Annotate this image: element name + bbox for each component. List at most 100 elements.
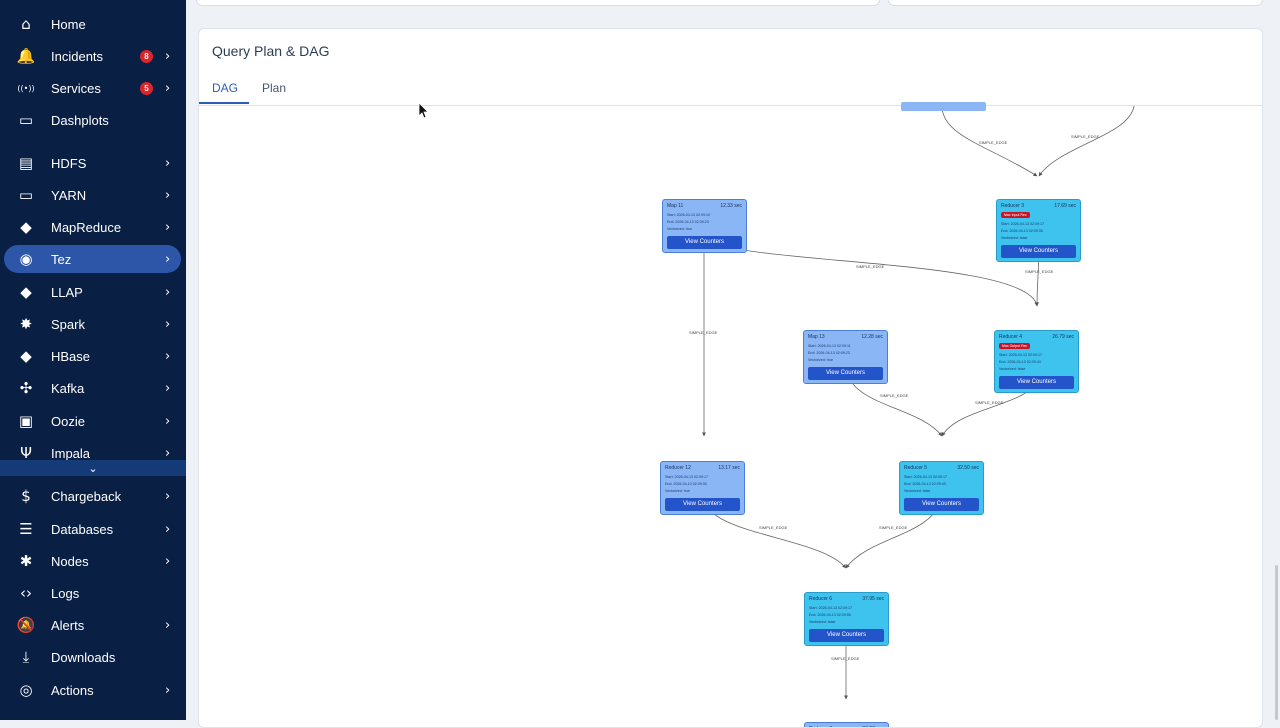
node-header: Reducer 5 32.50 sec <box>904 465 979 471</box>
sidebar-item-label: Alerts <box>51 617 85 633</box>
edge-label: SIMPLE_EDGE <box>1071 134 1100 139</box>
sidebar-item-label: Downloads <box>51 649 116 665</box>
sidebar-item-yarn[interactable]: ▭ YARN › <box>4 181 181 209</box>
chevron-right-icon: › <box>165 413 171 429</box>
sidebar-item-hbase[interactable]: ◆ HBase › <box>4 342 181 370</box>
node-alert-badge: Max Input Rec <box>1001 212 1030 218</box>
sidebar-item-mapreduce[interactable]: ◆ MapReduce › <box>4 213 181 241</box>
dag-node-map13[interactable]: Map 13 12.28 sec Start: 2026-04-13 02:09:1… <box>803 330 888 384</box>
panel-title: Query Plan & DAG <box>212 43 330 59</box>
laptop-icon: ▭ <box>18 186 34 204</box>
dag-node-reducer7[interactable]: Reducer 738.27 secStart: 2026-04-13 02:0… <box>804 722 889 727</box>
dag-edge <box>703 235 1039 307</box>
sidebar-item-downloads[interactable]: ⤓ Downloads <box>4 643 181 671</box>
node-detail-line: End: 2026-04-13 02:09:55 <box>809 613 851 617</box>
folder-icon: ▤ <box>18 154 34 172</box>
sidebar-item-alerts[interactable]: 🔕 Alerts › <box>4 611 181 639</box>
sidebar-item-logs[interactable]: ‹› Logs <box>4 579 181 607</box>
node-header: Reducer 4 26.79 sec <box>999 334 1074 340</box>
dag-node-reducer3[interactable]: Reducer 3 17.69 sec Max Input Rec Start: 20… <box>996 199 1081 262</box>
sidebar-item-kafka[interactable]: ✣ Kafka › <box>4 374 181 402</box>
sidebar-item-nodes[interactable]: ✱ Nodes › <box>4 547 181 575</box>
node-header: Map 13 12.28 sec <box>808 334 883 340</box>
oozie-icon: ▣ <box>18 412 34 430</box>
node-duration: 12.33 sec <box>720 203 742 209</box>
view-counters-button[interactable]: View Counters <box>999 376 1074 389</box>
chevron-right-icon: › <box>165 488 171 504</box>
sidebar-item-hdfs[interactable]: ▤ HDFS › <box>4 149 181 177</box>
tab-dag[interactable]: DAG <box>212 81 238 95</box>
sidebar-collapse-toggle[interactable]: ⌄ <box>0 460 186 476</box>
edge-label: SIMPLE_EDGE <box>1025 269 1054 274</box>
top-card-right <box>888 0 1263 6</box>
dag-node-map11[interactable]: Map 11 12.33 sec Start: 2026-04-13 02:09:1… <box>662 199 747 253</box>
node-detail-line: Start: 2026-04-13 02:09:17 <box>999 353 1042 357</box>
query-plan-panel: Query Plan & DAG DAG Plan Map 11 12.33 s… <box>198 28 1263 728</box>
target-icon: ◎ <box>19 681 33 699</box>
sidebar-item-actions[interactable]: ◎ Actions › <box>4 676 181 704</box>
dag-node-reducer12[interactable]: Reducer 12 13.17 sec Start: 2026-04-13 02:… <box>660 461 745 515</box>
chevron-right-icon: › <box>165 187 171 203</box>
sidebar-item-databases[interactable]: ☰ Databases › <box>4 515 181 543</box>
node-name: Reducer 4 <box>999 334 1023 340</box>
edge-label: SIMPLE_EDGE <box>975 400 1004 405</box>
view-counters-button[interactable]: View Counters <box>904 498 979 511</box>
sidebar-item-label: Chargeback <box>51 488 122 504</box>
sidebar-item-label: Kafka <box>51 380 85 396</box>
sidebar-item-label: MapReduce <box>51 219 122 235</box>
node-name: Map 11 <box>667 203 684 209</box>
dag-canvas[interactable]: Map 11 12.33 sec Start: 2026-04-13 02:09:1… <box>199 102 1262 727</box>
sidebar-item-label: Services <box>51 80 101 96</box>
sidebar-item-home[interactable]: ⌂ Home <box>4 10 181 38</box>
sidebar-item-llap[interactable]: ◆ LLAP › <box>4 278 181 306</box>
sidebar-item-incidents[interactable]: 🔔 Incidents 8 › <box>4 42 181 70</box>
top-card-left <box>196 0 880 6</box>
sidebar-item-spark[interactable]: ✸ Spark › <box>4 310 181 338</box>
sidebar-item-label: Spark <box>51 316 85 332</box>
view-counters-button[interactable]: View Counters <box>809 629 884 642</box>
sidebar-item-label: Dashplots <box>51 112 109 128</box>
dag-node-reducer5[interactable]: Reducer 5 32.50 sec Start: 2026-04-13 02:0… <box>899 461 984 515</box>
dag-node-reducer4[interactable]: Reducer 4 26.79 sec Max Output Rec Start: 2… <box>994 330 1079 393</box>
view-counters-button[interactable]: View Counters <box>665 498 740 511</box>
edge-label: SIMPLE_EDGE <box>856 264 885 269</box>
main-content: Query Plan & DAG DAG Plan Map 11 12.33 s… <box>186 0 1280 728</box>
sidebar-item-label: Logs <box>51 585 80 601</box>
view-counters-button[interactable]: View Counters <box>667 236 742 249</box>
node-header: Map 11 12.33 sec <box>667 203 742 209</box>
chevron-right-icon: › <box>165 380 171 396</box>
kafka-icon: ✣ <box>19 379 33 397</box>
view-counters-button[interactable]: View Counters <box>1001 245 1076 258</box>
sidebar-item-label: LLAP <box>51 284 83 300</box>
page-scrollbar[interactable] <box>1275 565 1278 720</box>
node-detail-line: Start: 2026-04-13 02:09:10 <box>667 213 710 217</box>
node-detail-line: Vectorized: false <box>809 620 836 624</box>
chevron-right-icon: › <box>165 682 171 698</box>
node-detail-line: Vectorized: true <box>665 489 690 493</box>
node-duration: 13.17 sec <box>718 465 740 471</box>
sidebar-item-label: HBase <box>51 348 91 364</box>
sidebar-item-dashplots[interactable]: ▭ Dashplots <box>4 106 181 134</box>
sidebar-item-oozie[interactable]: ▣ Oozie › <box>4 407 181 435</box>
sidebar-item-chargeback[interactable]: $ Chargeback › <box>4 482 181 510</box>
edge-label: SIMPLE_EDGE <box>689 330 718 335</box>
tab-plan[interactable]: Plan <box>262 81 286 95</box>
sidebar-item-tez[interactable]: ◉ Tez › <box>4 245 181 273</box>
node-alert-badge: Max Output Rec <box>999 343 1031 349</box>
node-detail-line: End: 2026-04-13 02:09:23 <box>667 220 709 224</box>
sidebar: ⌂ Home 🔔 Incidents 8 › ((•)) Services 5 › ▭ Dashplo… <box>0 0 186 720</box>
node-name: Reducer 6 <box>809 596 833 602</box>
edge-label: SIMPLE_EDGE <box>880 393 909 398</box>
chevron-right-icon: › <box>165 316 171 332</box>
sidebar-item-label: Tez <box>51 251 72 267</box>
sidebar-item-services[interactable]: ((•)) Services 5 › <box>4 74 181 102</box>
node-duration: 12.28 sec <box>861 334 883 340</box>
edge-label: SIMPLE_EDGE <box>759 525 788 530</box>
node-name: Reducer 3 <box>1001 203 1025 209</box>
view-counters-button[interactable]: View Counters <box>808 367 883 380</box>
node-duration: 17.69 sec <box>1054 203 1076 209</box>
dag-node-reducer6[interactable]: Reducer 6 37.95 sec Start: 2026-04-13 02:0… <box>804 592 889 646</box>
sidebar-item-label: Nodes <box>51 553 89 569</box>
chevron-right-icon: › <box>165 617 171 633</box>
node-detail-line: Vectorized: false <box>904 489 931 493</box>
